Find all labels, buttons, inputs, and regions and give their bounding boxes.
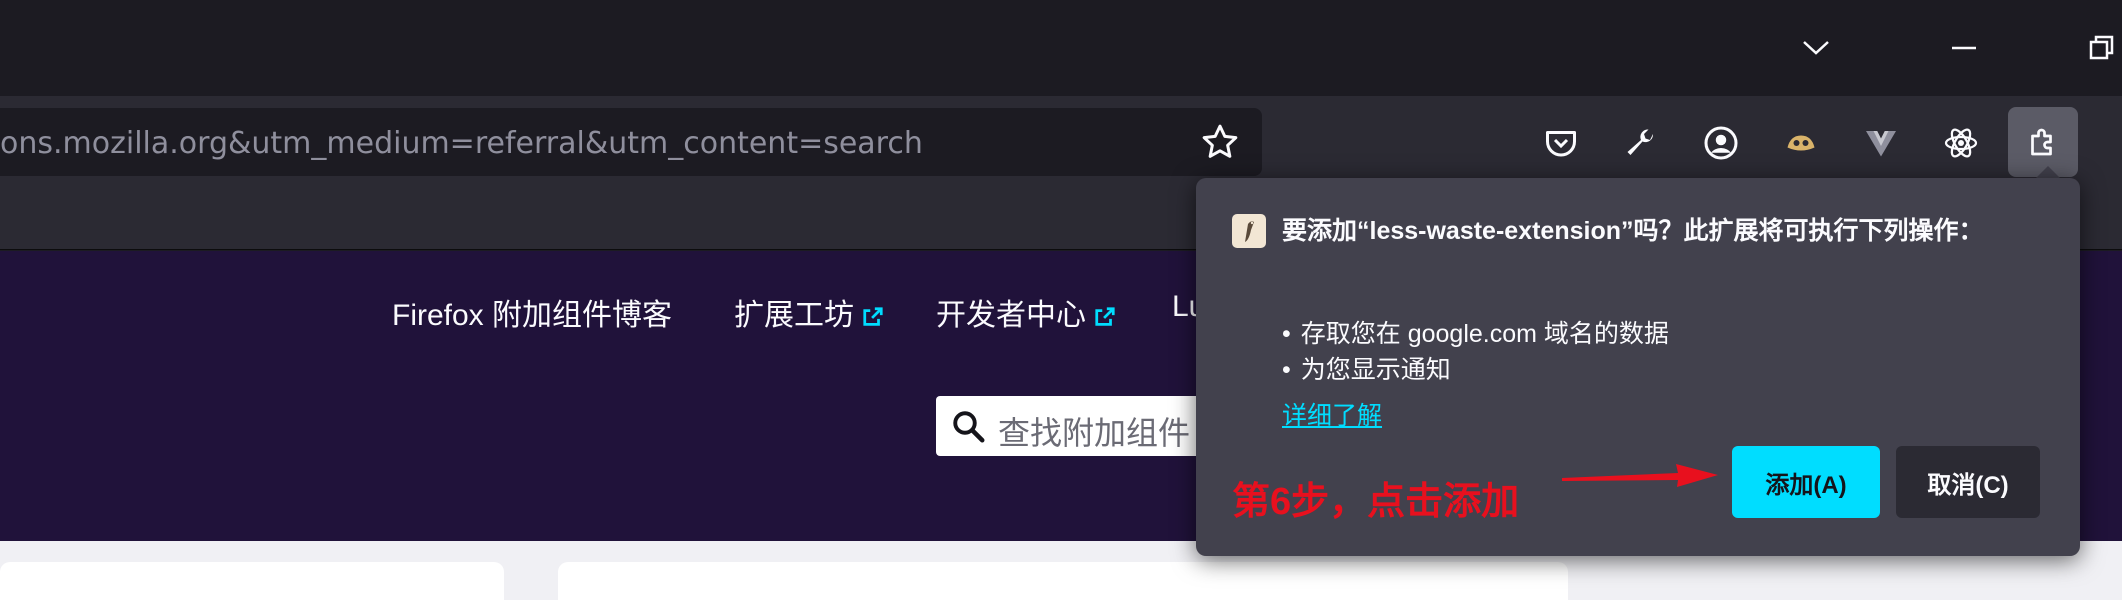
nav-link-workshop-label: 扩展工坊 (734, 299, 854, 332)
bookmark-star-icon[interactable] (1200, 122, 1240, 162)
nav-link-blog-label: Firefox 附加组件博客 (392, 299, 673, 332)
account-icon[interactable] (1694, 116, 1748, 170)
permission-item: 存取您在 google.com 域名的数据 (1282, 314, 1669, 350)
search-icon (953, 411, 985, 443)
annotation-arrow-icon (1562, 464, 1718, 487)
title-bar (0, 0, 2122, 96)
minimize-icon[interactable] (1934, 20, 1994, 76)
react-icon[interactable] (1934, 116, 1988, 170)
nav-link-workshop[interactable]: 扩展工坊 (734, 290, 884, 334)
content-card (0, 562, 504, 600)
pocket-icon[interactable] (1534, 116, 1588, 170)
external-link-icon (863, 307, 883, 326)
address-bar[interactable]: ons.mozilla.org&utm_medium=referral&utm_… (0, 108, 1262, 176)
navigation-toolbar: ons.mozilla.org&utm_medium=referral&utm_… (0, 96, 2122, 188)
nav-link-dev-center[interactable]: 开发者中心 (936, 290, 1116, 334)
step-annotation: 第6步，点击添加 (1232, 481, 1520, 523)
extension-a-icon[interactable] (1774, 116, 1828, 170)
chevron-down-icon[interactable] (1786, 20, 1846, 76)
extension-logo-icon (1232, 214, 1266, 248)
search-placeholder: 查找附加组件 (998, 415, 1191, 451)
url-text[interactable]: ons.mozilla.org&utm_medium=referral&utm_… (0, 126, 923, 161)
popup-title: 要添加“less-waste-extension”吗？此扩展将可执行下列操作： (1282, 217, 1984, 245)
add-button[interactable]: 添加(A) (1732, 446, 1880, 518)
extension-v-icon[interactable] (1854, 116, 1908, 170)
restore-icon[interactable] (2072, 20, 2122, 76)
permission-item: 为您显示通知 (1282, 350, 1451, 386)
addon-search-input[interactable]: 查找附加组件 (936, 396, 1206, 456)
content-card (558, 562, 1568, 600)
learn-more-link[interactable]: 详细了解 (1282, 396, 1382, 432)
nav-link-blog[interactable]: Firefox 附加组件博客 (392, 290, 672, 334)
wrench-icon[interactable] (1614, 116, 1668, 170)
external-link-icon (1095, 307, 1115, 326)
nav-link-dev-center-label: 开发者中心 (936, 299, 1086, 332)
cancel-button[interactable]: 取消(C) (1896, 446, 2040, 518)
